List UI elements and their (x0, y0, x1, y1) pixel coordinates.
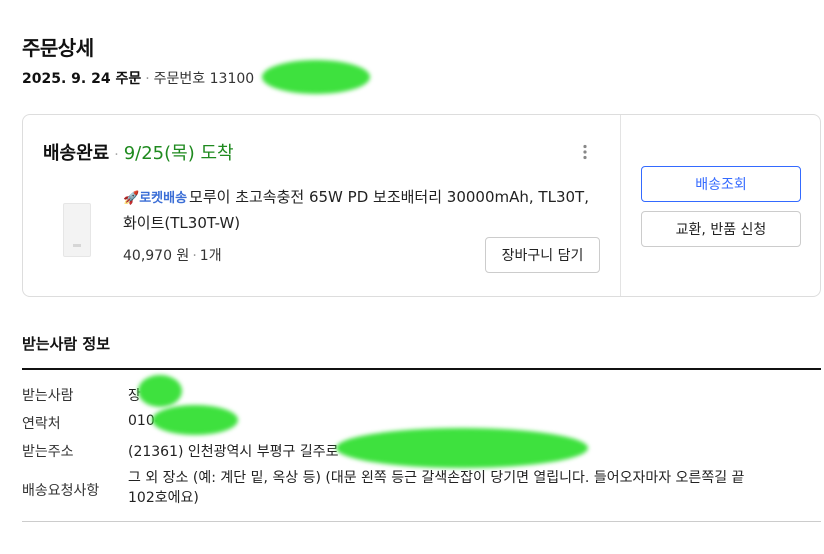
add-to-cart-button[interactable]: 장바구니 담기 (485, 237, 600, 273)
track-delivery-button[interactable]: 배송조회 (641, 166, 801, 202)
redaction-address (336, 428, 588, 468)
product-price: 40,970 원 (123, 248, 190, 264)
address-value: (21361) 인천광역시 부평구 길주로 (128, 444, 339, 460)
redaction-order-number (262, 60, 370, 94)
redaction-recipient-name (138, 375, 182, 407)
order-summary: 2025. 9. 24 주문 · 주문번호 13100 (22, 68, 254, 88)
address-label: 받는주소 (22, 444, 74, 460)
quantity-separator: · (192, 248, 197, 264)
section-bottom-divider (22, 521, 821, 522)
shipment-actions: 배송조회 교환, 반품 신청 (620, 115, 820, 296)
page-title: 주문상세 (22, 36, 94, 60)
delivery-status: 배송완료 · 9/25(목) 도착 (43, 139, 234, 165)
exchange-return-button[interactable]: 교환, 반품 신청 (641, 211, 801, 247)
product-price-line: 40,970 원 · 1개 (123, 245, 222, 265)
recipient-name-label: 받는사람 (22, 388, 74, 404)
rocket-icon: 🚀 (123, 191, 140, 206)
phone-label: 연락처 (22, 416, 61, 432)
redaction-phone (152, 405, 238, 435)
shipment-main: 배송완료 · 9/25(목) 도착 🚀로켓배송 모루이 초고속충전 65W PD 보조… (23, 115, 620, 296)
status-separator: · (114, 147, 119, 163)
arrival-date: 9/25(목) 도착 (123, 143, 234, 164)
more-vertical-icon[interactable] (576, 143, 594, 161)
order-number: 주문번호 13100 (153, 71, 255, 87)
order-date: 2025. 9. 24 주문 (22, 71, 142, 87)
delivery-status-label: 배송완료 (43, 143, 110, 164)
order-separator: · (145, 71, 150, 87)
rocket-delivery-badge: 🚀로켓배송 (123, 191, 187, 206)
product-thumbnail[interactable] (63, 203, 91, 257)
section-divider (22, 368, 821, 370)
product-quantity: 1개 (199, 248, 222, 264)
product-name-link[interactable]: 🚀로켓배송 모루이 초고속충전 65W PD 보조배터리 30000mAh, TL… (123, 185, 593, 235)
recipient-section-title: 받는사람 정보 (22, 335, 111, 353)
delivery-request-value: 그 외 장소 (예: 계단 밑, 옥상 등) (대문 왼쪽 등근 갈색손잡이 당… (128, 470, 745, 506)
shipment-card: 배송완료 · 9/25(목) 도착 🚀로켓배송 모루이 초고속충전 65W PD 보조… (22, 114, 821, 297)
product-name: 모루이 초고속충전 65W PD 보조배터리 30000mAh, TL30T, … (123, 188, 589, 232)
delivery-request-label: 배송요청사항 (22, 483, 100, 499)
rocket-badge-label: 로켓배송 (139, 191, 188, 206)
